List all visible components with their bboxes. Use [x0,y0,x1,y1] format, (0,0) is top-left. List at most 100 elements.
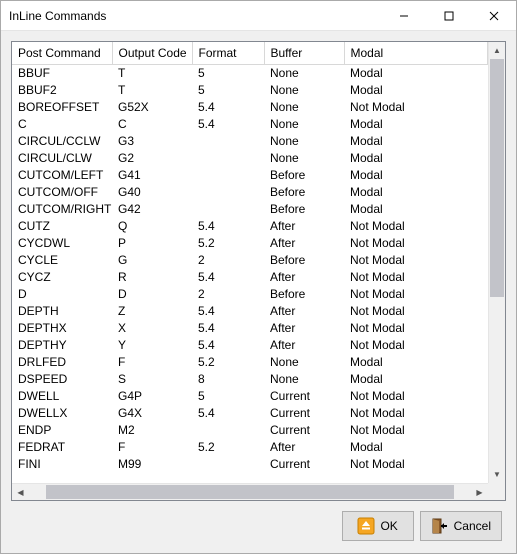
cell: 5.2 [192,235,264,252]
table-row[interactable]: CYCLEG2BeforeNot Modal [12,252,488,269]
horizontal-scroll-thumb[interactable] [46,485,454,499]
cell: 5 [192,82,264,99]
commands-table: Post Command Output Code Format Buffer M… [12,42,488,473]
ok-label: OK [380,519,397,533]
cell: Modal [344,371,488,388]
scroll-up-button[interactable]: ▲ [489,42,505,59]
scroll-right-button[interactable]: ▶ [471,484,488,500]
cell: Not Modal [344,252,488,269]
cell: After [264,337,344,354]
cancel-label: Cancel [454,519,491,533]
cell: CYCLE [12,252,112,269]
cell: G [112,252,192,269]
cell: Modal [344,65,488,82]
cell: CIRCUL/CLW [12,150,112,167]
cell: Modal [344,133,488,150]
cell: None [264,82,344,99]
table-row[interactable]: BBUFT5NoneModal [12,65,488,82]
cell: CUTZ [12,218,112,235]
table-row[interactable]: CUTCOM/LEFTG41BeforeModal [12,167,488,184]
cell: Modal [344,354,488,371]
col-header-modal[interactable]: Modal [344,42,488,65]
cell: 5.2 [192,439,264,456]
cell: CUTCOM/OFF [12,184,112,201]
maximize-button[interactable] [426,1,471,30]
table-row[interactable]: CC5.4NoneModal [12,116,488,133]
table-row[interactable]: CUTCOM/RIGHTG42BeforeModal [12,201,488,218]
table-row[interactable]: CUTZQ5.4AfterNot Modal [12,218,488,235]
table-row[interactable]: FINIM99CurrentNot Modal [12,456,488,473]
vertical-scrollbar[interactable]: ▲ ▼ [488,42,505,483]
cell: P [112,235,192,252]
table-row[interactable]: FEDRATF5.2AfterModal [12,439,488,456]
cell: None [264,133,344,150]
cell: Not Modal [344,456,488,473]
col-header-post-command[interactable]: Post Command [12,42,112,65]
cell [192,167,264,184]
cell: Modal [344,82,488,99]
cell: DEPTHY [12,337,112,354]
close-icon [489,11,499,21]
table-row[interactable]: ENDPM2CurrentNot Modal [12,422,488,439]
col-header-format[interactable]: Format [192,42,264,65]
cell: Z [112,303,192,320]
cell: Not Modal [344,337,488,354]
cell: D [112,286,192,303]
cell: Not Modal [344,303,488,320]
cell: Not Modal [344,269,488,286]
cell: Before [264,286,344,303]
table-row[interactable]: DRLFEDF5.2NoneModal [12,354,488,371]
cell: G4X [112,405,192,422]
cell: Modal [344,150,488,167]
cell: T [112,65,192,82]
horizontal-scrollbar[interactable]: ◀ ▶ [12,483,488,500]
cell: BBUF2 [12,82,112,99]
col-header-output-code[interactable]: Output Code [112,42,192,65]
table-row[interactable]: CUTCOM/OFFG40BeforeModal [12,184,488,201]
minimize-icon [399,11,409,21]
cell: Y [112,337,192,354]
table-row[interactable]: CYCZR5.4AfterNot Modal [12,269,488,286]
table-row[interactable]: DD2BeforeNot Modal [12,286,488,303]
table-row[interactable]: DSPEEDS8NoneModal [12,371,488,388]
table-row[interactable]: BOREOFFSETG52X5.4NoneNot Modal [12,99,488,116]
cell: FINI [12,456,112,473]
ok-button[interactable]: OK [342,511,414,541]
cell: Current [264,405,344,422]
minimize-button[interactable] [381,1,426,30]
table-row[interactable]: CIRCUL/CCLWG3NoneModal [12,133,488,150]
cell: DWELL [12,388,112,405]
table-row[interactable]: DEPTHZ5.4AfterNot Modal [12,303,488,320]
cell: C [12,116,112,133]
cell: 5.4 [192,116,264,133]
eject-icon [357,517,375,535]
cell: G52X [112,99,192,116]
cell: None [264,371,344,388]
cell: None [264,65,344,82]
cell: After [264,320,344,337]
grid-body[interactable]: Post Command Output Code Format Buffer M… [12,42,488,483]
cell: Not Modal [344,286,488,303]
scroll-down-button[interactable]: ▼ [489,466,505,483]
table-row[interactable]: DWELLXG4X5.4CurrentNot Modal [12,405,488,422]
table-row[interactable]: CIRCUL/CLWG2NoneModal [12,150,488,167]
table-row[interactable]: CYCDWLP5.2AfterNot Modal [12,235,488,252]
table-row[interactable]: DEPTHYY5.4AfterNot Modal [12,337,488,354]
scroll-left-button[interactable]: ◀ [12,484,29,500]
table-row[interactable]: DWELLG4P5CurrentNot Modal [12,388,488,405]
cell: ENDP [12,422,112,439]
table-row[interactable]: DEPTHXX5.4AfterNot Modal [12,320,488,337]
cell: After [264,269,344,286]
cell: D [12,286,112,303]
cell: Before [264,184,344,201]
cell: Modal [344,184,488,201]
cancel-button[interactable]: Cancel [420,511,502,541]
cell: G3 [112,133,192,150]
table-row[interactable]: BBUF2T5NoneModal [12,82,488,99]
vertical-scroll-thumb[interactable] [490,59,504,297]
cell: G42 [112,201,192,218]
close-button[interactable] [471,1,516,30]
cell: 5 [192,65,264,82]
cell: G4P [112,388,192,405]
col-header-buffer[interactable]: Buffer [264,42,344,65]
